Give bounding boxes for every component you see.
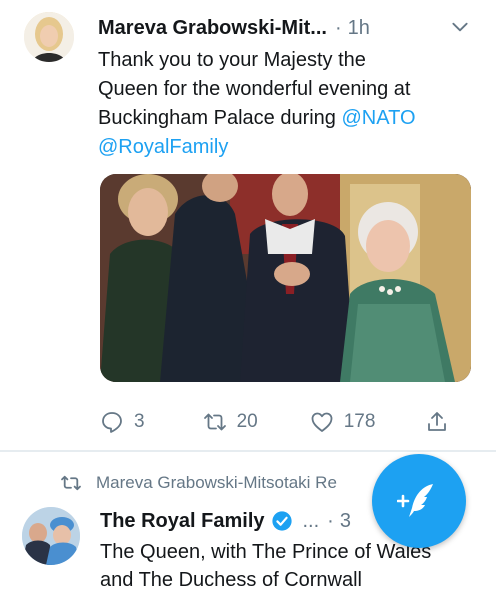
mention-link-nato[interactable]: @NATO — [341, 107, 415, 129]
retweeted-by-row: Mareva Grabowski-Mitsotaki Re — [60, 472, 337, 494]
retweeted-by-text[interactable]: Mareva Grabowski-Mitsotaki Re — [96, 473, 337, 493]
tweet-text-line: @RoyalFamily — [98, 133, 470, 162]
compose-tweet-button[interactable] — [372, 454, 466, 548]
author-avatar[interactable] — [22, 507, 80, 565]
retweet-icon — [61, 475, 81, 491]
tweet-actions: 3 20 178 — [100, 407, 472, 437]
separator-dot: · — [334, 16, 342, 39]
author-avatar[interactable] — [24, 12, 74, 62]
tweet-text-line: Thank you to your Majesty the — [98, 49, 366, 71]
reply-count: 3 — [134, 411, 145, 432]
verified-icon — [271, 511, 292, 531]
tweet-text-line: and The Duchess of Cornwall — [100, 569, 362, 591]
chevron-down-icon[interactable] — [450, 17, 470, 37]
retweet-count: 20 — [236, 411, 258, 432]
mention-link-royalfamily[interactable]: @RoyalFamily — [98, 136, 228, 158]
tweet-header: The Royal Family ... · 3 — [100, 507, 351, 535]
like-button[interactable]: 178 — [310, 410, 376, 434]
like-count: 178 — [343, 411, 376, 432]
tweet-text: Thank you to your Majesty the Queen for … — [98, 46, 470, 162]
tweet-card[interactable]: Mareva Grabowski-Mit... · 1h Thank you t… — [0, 0, 496, 450]
tweet-text-line: Queen for the wonderful evening at — [98, 78, 411, 100]
tweet-text-fragment: Buckingham Palace during — [98, 107, 342, 129]
author-name[interactable]: The Royal Family — [100, 510, 265, 533]
share-icon — [428, 412, 447, 431]
author-name[interactable]: Mareva Grabowski-Mit... — [98, 17, 327, 40]
timestamp[interactable]: 3 — [340, 510, 351, 533]
timestamp[interactable]: 1h — [348, 17, 370, 40]
separator-dot: · — [327, 509, 334, 532]
share-button[interactable] — [425, 410, 449, 434]
reply-button[interactable]: 3 — [100, 410, 145, 434]
like-icon — [311, 412, 333, 432]
tweet-text-line: Buckingham Palace during @NATO — [98, 104, 470, 133]
tweet-photo[interactable] — [100, 174, 471, 382]
retweet-button[interactable]: 20 — [203, 410, 258, 434]
reply-icon — [102, 412, 122, 433]
name-ellipsis: ... — [302, 509, 320, 532]
compose-icon — [397, 484, 433, 517]
tweet-header: Mareva Grabowski-Mit... · 1h — [98, 14, 476, 42]
retweet-icon — [203, 413, 226, 431]
